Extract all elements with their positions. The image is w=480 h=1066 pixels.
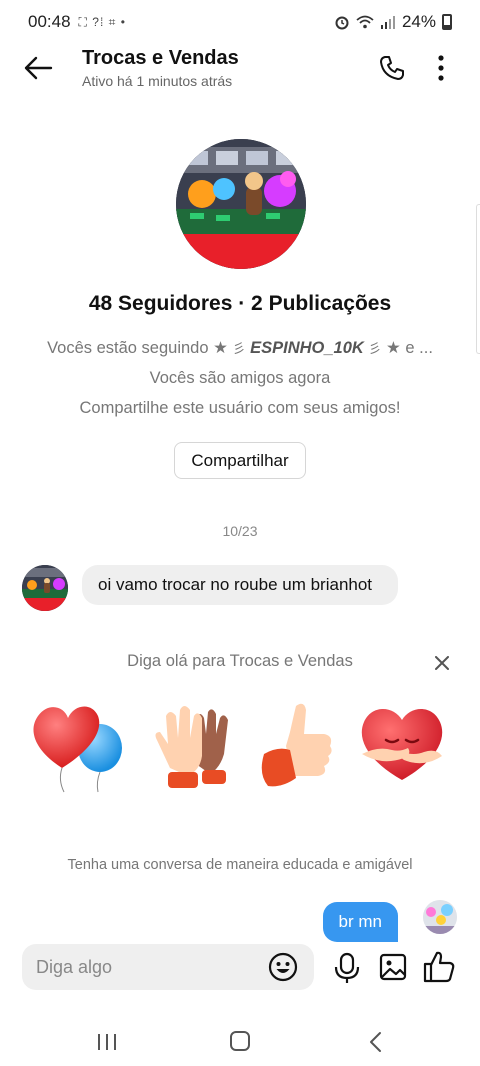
profile-avatar[interactable] [176, 139, 306, 269]
gallery-button[interactable] [379, 952, 407, 984]
sender-avatar[interactable] [22, 565, 68, 611]
scroll-indicator[interactable] [476, 204, 480, 354]
avatar-game-image [176, 139, 306, 269]
home-button[interactable] [229, 1030, 251, 1052]
share-prompt: Compartilhe este usuário com seus amigos… [79, 399, 401, 417]
chevron-left-icon [370, 1032, 381, 1052]
chat-header: Trocas e Vendas Ativo há 1 minutos atrás [0, 44, 480, 92]
close-hello-button[interactable] [430, 652, 454, 674]
following-suffix: ★ e ... [386, 339, 433, 357]
recent-apps-icon [98, 1034, 116, 1050]
battery-icon [442, 14, 452, 30]
emoji-button[interactable] [268, 952, 298, 982]
emoji-icon [268, 952, 298, 982]
own-avatar [423, 900, 457, 934]
share-button[interactable]: Compartilhar [174, 442, 306, 479]
received-message[interactable]: oi vamo trocar no roube um brianhot [82, 565, 398, 605]
status-bar: 00:48 ⛶ ?⁞ ⌗ • 24% [0, 0, 480, 44]
system-nav-bar [0, 1018, 480, 1066]
sender-avatar-image [22, 565, 68, 611]
sent-message[interactable]: br mn [322, 902, 398, 942]
heart-balloons-icon [33, 706, 122, 793]
thumbs-up-icon [423, 951, 455, 983]
call-button[interactable] [374, 50, 410, 86]
recent-apps-button[interactable] [96, 1032, 118, 1052]
own-avatar-image [423, 900, 457, 934]
voice-message-button[interactable] [333, 952, 361, 984]
heart-balloons-sticker[interactable] [24, 694, 124, 794]
following-line: Vocês estão seguindo ★ 彡 ESPINHO_10K 彡 ★… [0, 338, 480, 358]
more-options-button[interactable] [426, 50, 456, 86]
status-time: 00:48 [28, 12, 71, 31]
friends-status: Vocês são amigos agora [149, 369, 331, 387]
home-icon [230, 1031, 250, 1051]
header-text[interactable]: Trocas e Vendas Ativo há 1 minutos atrás [82, 47, 239, 89]
microphone-icon [334, 952, 360, 983]
close-icon [435, 656, 449, 670]
wave-glyph-icon: 彡 [232, 341, 246, 356]
status-notification-icons: ⛶ ?⁞ ⌗ • [78, 14, 126, 29]
chat-title: Trocas e Vendas [82, 47, 239, 69]
hello-prompt: Diga olá para Trocas e Vendas [127, 652, 353, 670]
like-button[interactable] [423, 950, 455, 984]
system-back-button[interactable] [366, 1030, 386, 1054]
polite-note: Tenha uma conversa de maneira educada e … [67, 857, 413, 873]
wave-glyph-icon: 彡 [368, 341, 382, 356]
high-five-sticker[interactable] [140, 694, 240, 794]
status-right: 24% [334, 12, 452, 32]
back-arrow-icon [24, 56, 53, 80]
following-name: ESPINHO_10K [250, 339, 364, 357]
profile-stats: 48 Seguidores · 2 Publicações [88, 292, 392, 315]
phone-icon [380, 56, 404, 80]
thumbs-up-sticker-icon [261, 703, 332, 787]
heart-hug-icon [361, 709, 443, 780]
heart-hug-sticker[interactable] [352, 694, 452, 794]
image-icon [379, 953, 407, 981]
message-input[interactable] [36, 944, 256, 990]
active-status: Ativo há 1 minutos atrás [82, 73, 233, 89]
signal-icon [380, 16, 395, 29]
battery-percent: 24% [401, 12, 436, 31]
more-vertical-icon [438, 55, 444, 81]
message-composer [22, 944, 314, 990]
wifi-icon [356, 15, 374, 29]
status-left: 00:48 ⛶ ?⁞ ⌗ • [28, 12, 126, 32]
thumbs-up-sticker[interactable] [252, 694, 352, 794]
high-five-icon [155, 706, 228, 788]
back-button[interactable] [12, 44, 64, 92]
following-prefix: Vocês estão seguindo ★ [47, 339, 228, 357]
date-separator: 10/23 [222, 523, 258, 539]
alarm-icon [335, 16, 349, 30]
